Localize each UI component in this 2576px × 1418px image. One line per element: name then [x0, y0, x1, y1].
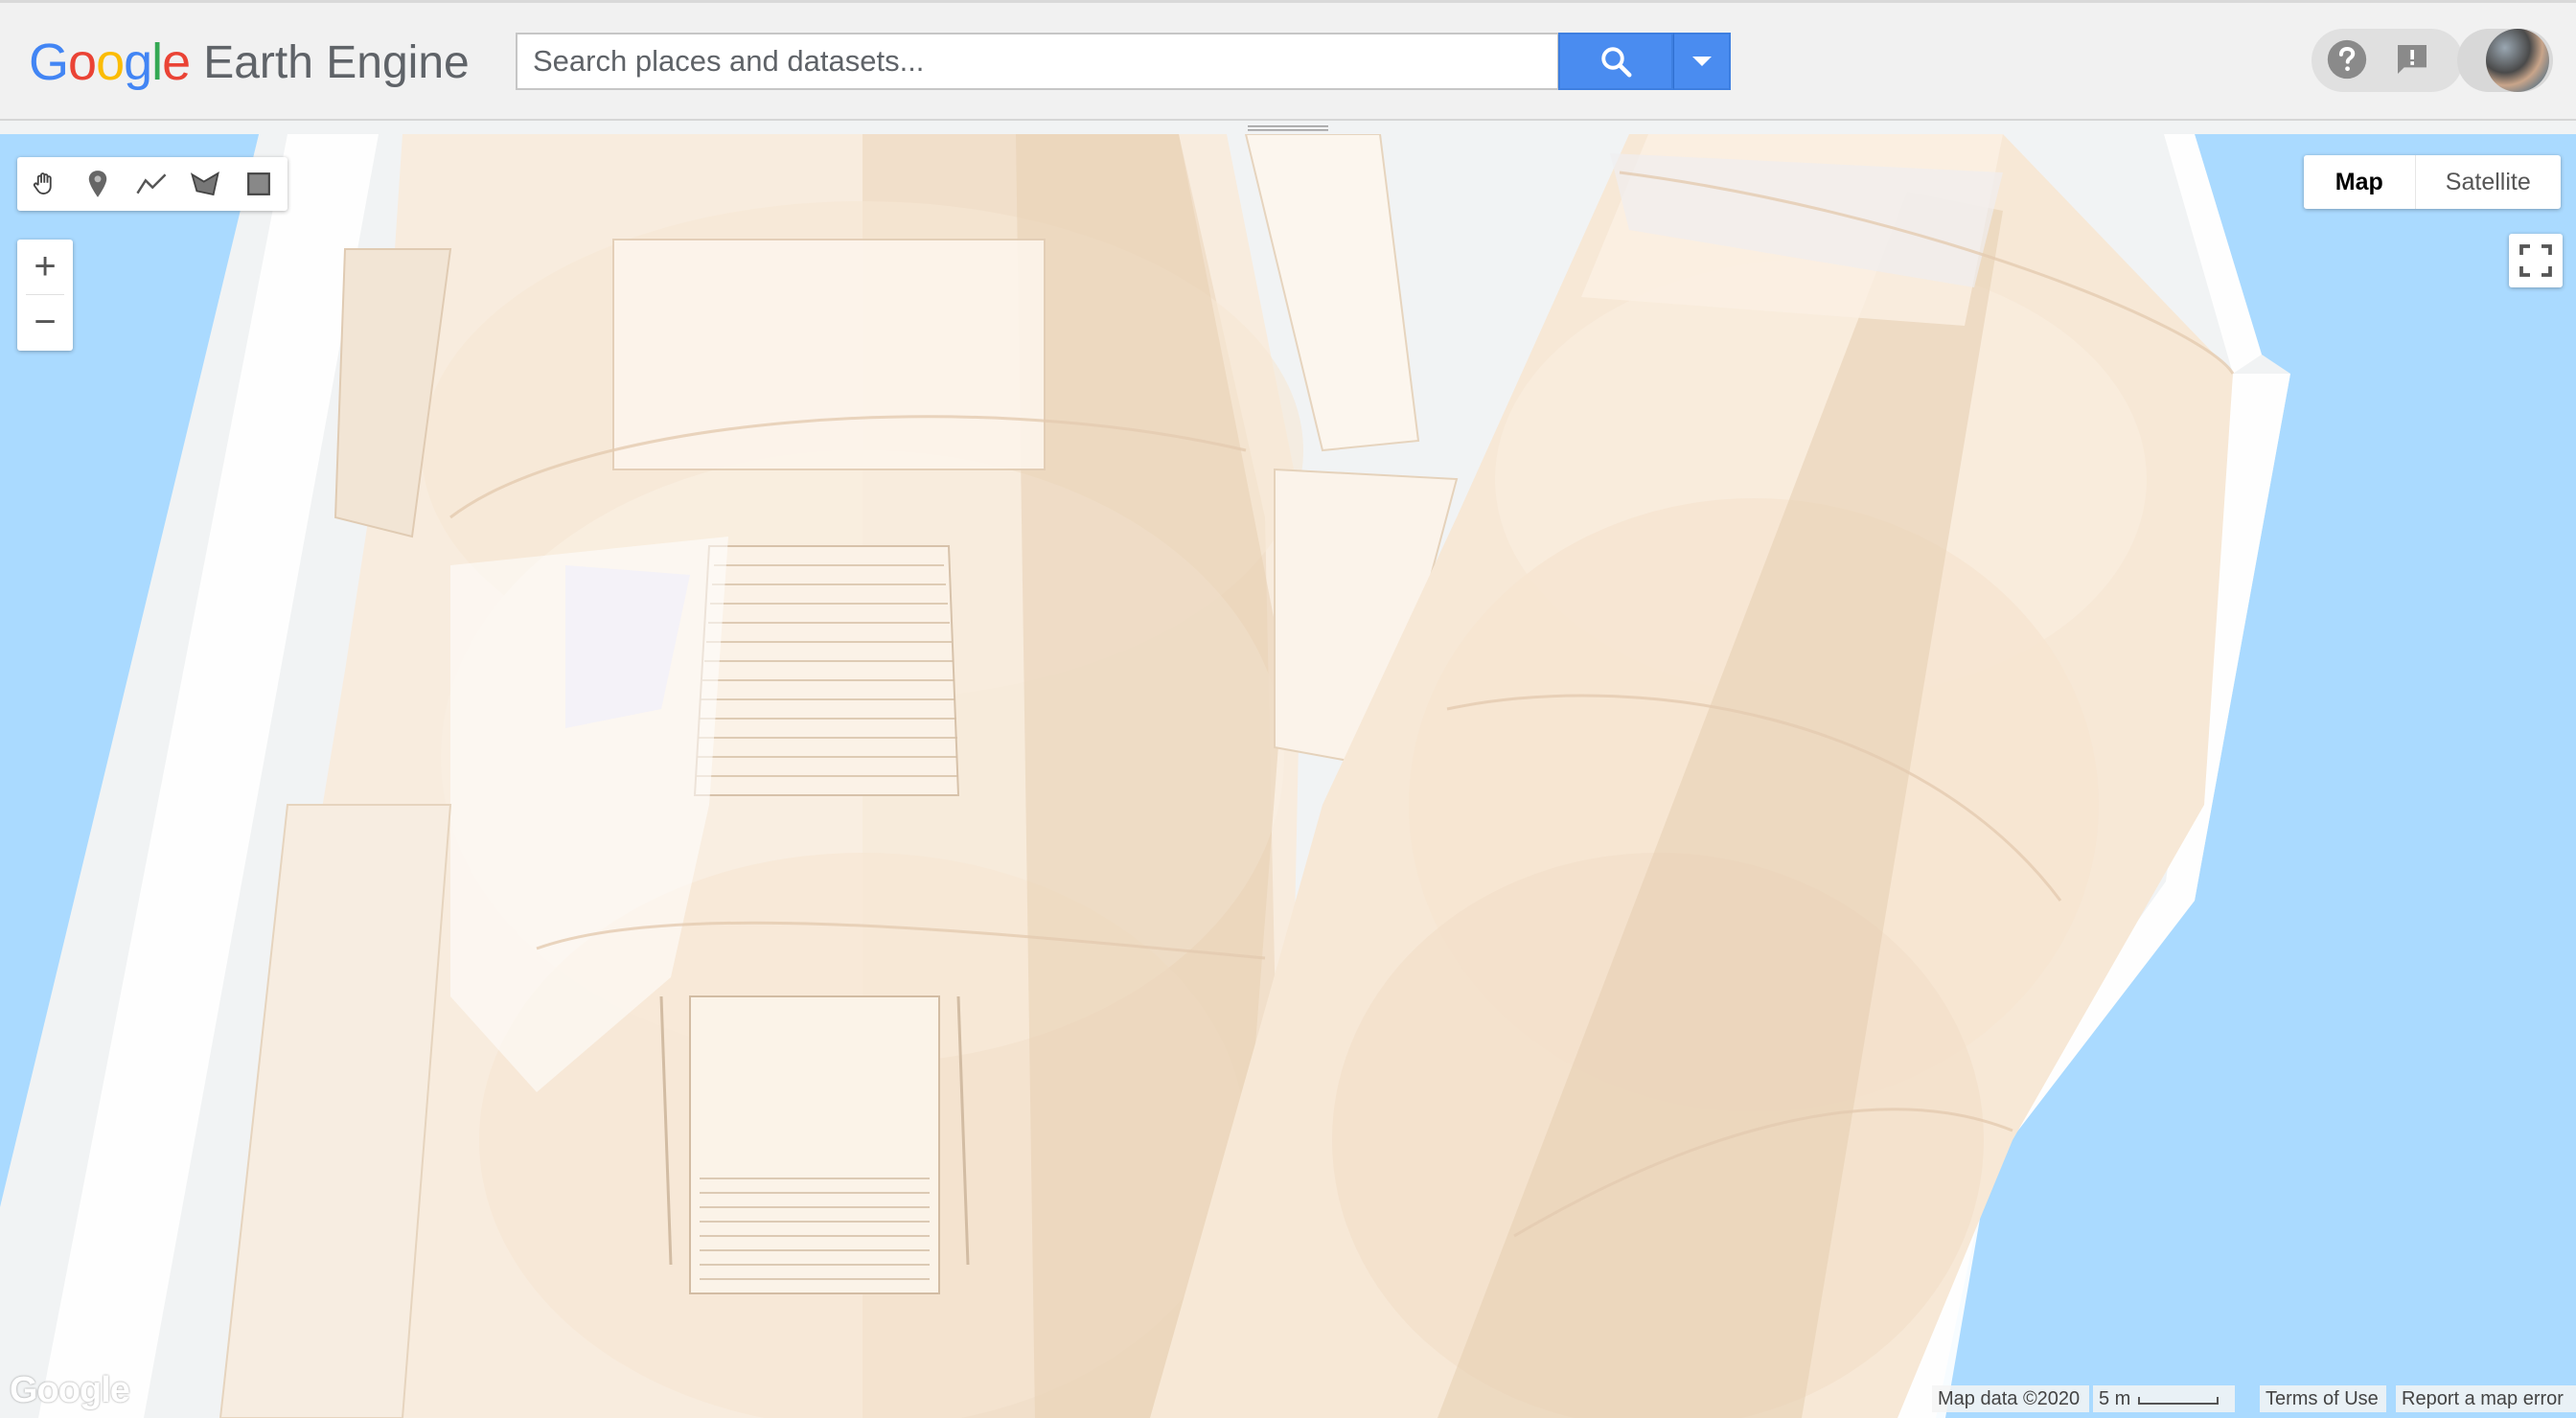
map-data-attribution: Map data ©2020 — [1932, 1385, 2089, 1412]
feedback-icon — [2398, 45, 2426, 74]
scale-label: 5 m — [2099, 1387, 2131, 1409]
fullscreen-button[interactable] — [2509, 234, 2563, 287]
marker-tool[interactable] — [71, 157, 125, 211]
user-avatar[interactable] — [2486, 29, 2549, 92]
rectangle-icon — [247, 172, 270, 195]
earth-engine-logo[interactable]: Google Earth Engine — [29, 29, 470, 96]
drawing-tools — [17, 157, 288, 211]
scale-bar — [2138, 1397, 2220, 1405]
hand-pan-tool[interactable] — [17, 157, 71, 211]
map-type-control: Map Satellite — [2304, 155, 2561, 209]
polygon-tool[interactable] — [178, 157, 232, 211]
fullscreen-icon — [2519, 244, 2552, 277]
map-canvas[interactable]: + − Map Satellite Google Map data ©2020 … — [0, 134, 2576, 1418]
map-type-map[interactable]: Map — [2304, 155, 2415, 209]
google-wordmark: Google — [29, 34, 191, 91]
panel-resize-handle[interactable] — [1248, 123, 1328, 134]
help-icon — [2327, 39, 2367, 80]
search-button[interactable] — [1558, 33, 1673, 90]
search-options-button[interactable] — [1673, 33, 1731, 90]
feedback-button[interactable] — [2389, 36, 2435, 82]
report-map-error-link[interactable]: Report a map error — [2396, 1385, 2576, 1412]
map-tiles — [0, 134, 2576, 1418]
google-watermark: Google — [10, 1370, 130, 1410]
map-type-satellite[interactable]: Satellite — [2414, 155, 2561, 209]
terms-link[interactable]: Terms of Use — [2260, 1385, 2386, 1412]
polyline-icon — [136, 173, 167, 194]
zoom-control: + − — [17, 240, 73, 351]
scale-control[interactable]: 5 m — [2093, 1385, 2235, 1412]
app-header: Google Earth Engine — [0, 0, 2576, 121]
search-icon — [1601, 47, 1632, 78]
polyline-tool[interactable] — [125, 157, 178, 211]
help-button[interactable] — [2324, 36, 2370, 82]
polygon-icon — [190, 172, 219, 196]
zoom-out-button[interactable]: − — [17, 295, 73, 350]
search-input[interactable] — [516, 33, 1559, 90]
product-name: Earth Engine — [203, 36, 470, 88]
rectangle-tool[interactable] — [232, 157, 286, 211]
hand-pan-icon — [33, 172, 52, 194]
marker-icon — [88, 171, 107, 197]
chevron-down-icon — [1691, 57, 1712, 66]
zoom-in-button[interactable]: + — [17, 240, 73, 294]
